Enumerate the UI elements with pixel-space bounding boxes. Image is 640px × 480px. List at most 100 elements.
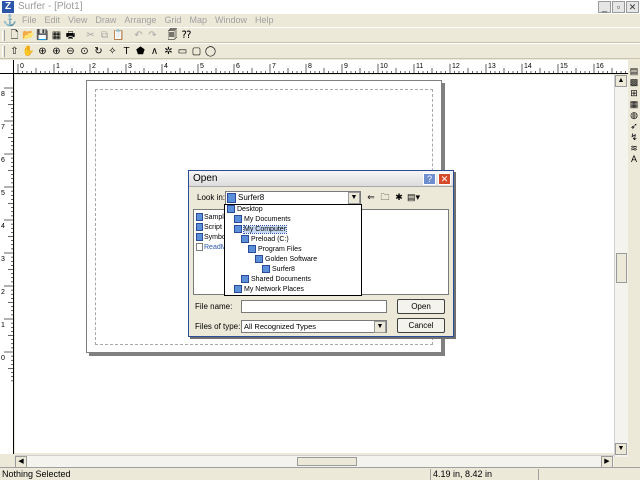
tree-item[interactable]: My Computer [225, 225, 361, 235]
menu-edit[interactable]: Edit [41, 14, 65, 27]
symbol-icon[interactable]: ✲ [162, 45, 175, 58]
ruler-label: 5 [1, 190, 5, 197]
select-arrow-icon[interactable]: ⇧ [8, 45, 21, 58]
scroll-up-button[interactable]: ▲ [615, 75, 627, 87]
zoom-fit-icon[interactable]: ⊙ [78, 45, 91, 58]
view-menu-icon[interactable]: ▤▾ [407, 191, 420, 203]
file-name: Script [204, 223, 222, 231]
look-in-dropdown-button[interactable]: ▼ [348, 192, 360, 204]
status-panel [538, 469, 638, 480]
ellipse-icon[interactable]: ◯ [204, 45, 217, 58]
polyline-icon[interactable]: ∧ [148, 45, 161, 58]
rounded-rect-icon[interactable]: ▢ [190, 45, 203, 58]
cut-icon[interactable]: ✂ [84, 29, 97, 42]
back-arrow-icon[interactable]: ⇐ [365, 191, 377, 203]
post-map-icon[interactable]: ⊞ [628, 88, 640, 99]
worksheet-icon[interactable]: ▦ [50, 29, 63, 42]
up-folder-icon[interactable]: 🗀 [379, 191, 391, 203]
file-name: Symbo [204, 233, 226, 241]
text-icon[interactable]: T [120, 45, 133, 58]
file-list-item[interactable]: Sampl [196, 213, 224, 221]
pan-hand-icon[interactable]: ✋ [22, 45, 35, 58]
horizontal-scrollbar[interactable]: ◀ ▶ [15, 455, 614, 468]
tree-item[interactable]: My Documents [225, 215, 361, 225]
contour-map-icon[interactable]: ▤ [628, 66, 640, 77]
redraw-icon[interactable]: ↻ [92, 45, 105, 58]
look-in-dropdown-list[interactable]: Desktop My Documents My Computer Preload (C… [224, 204, 362, 296]
reshape-icon[interactable]: ✧ [106, 45, 119, 58]
rectangle-icon[interactable]: ▭ [176, 45, 189, 58]
surface-icon[interactable]: ≋ [628, 143, 640, 154]
tree-item[interactable]: Shared Documents [225, 275, 361, 285]
new-folder-icon[interactable]: ✱ [393, 191, 405, 203]
toolbar-grip[interactable] [2, 46, 5, 57]
file-list-item[interactable]: Script [196, 223, 222, 231]
tree-item[interactable]: Golden Software [225, 255, 361, 265]
file-list-item[interactable]: Symbo [196, 233, 226, 241]
dialog-title-bar[interactable]: Open ? ✕ [189, 171, 453, 187]
menu-map[interactable]: Map [185, 14, 211, 27]
ruler-corner [0, 60, 14, 74]
save-icon[interactable]: 💾 [36, 29, 49, 42]
base-map-icon[interactable]: ▩ [628, 77, 640, 88]
polygon-icon[interactable]: ⬟ [134, 45, 147, 58]
minimize-button[interactable]: _ [598, 1, 611, 13]
print-icon[interactable]: 🖶 [64, 29, 77, 42]
ruler-label: 2 [1, 289, 5, 296]
ruler-label: 15 [560, 63, 568, 70]
copy-icon[interactable]: ⧉ [98, 29, 111, 42]
menu-draw[interactable]: Draw [91, 14, 120, 27]
new-file-icon[interactable]: 🗋 [8, 29, 21, 42]
tree-item-label: Golden Software [265, 256, 318, 263]
document-icon [196, 243, 203, 251]
files-of-type-select[interactable]: All Recognized Types ▼ [241, 320, 387, 333]
file-list-item[interactable]: ReadM [196, 243, 227, 251]
files-of-type-dropdown-button[interactable]: ▼ [374, 321, 386, 333]
paste-icon[interactable]: 📋 [112, 29, 125, 42]
look-in-select[interactable]: Surfer8 ▼ [225, 191, 361, 205]
object-manager-icon[interactable]: 🗐 [166, 29, 179, 42]
scroll-down-button[interactable]: ▼ [615, 443, 627, 455]
surfer-app-icon[interactable]: Z [2, 1, 14, 13]
tree-item[interactable]: Program Files [225, 245, 361, 255]
context-help-icon[interactable]: ⁇ [180, 29, 193, 42]
vertical-scroll-thumb[interactable] [616, 253, 627, 283]
image-map-icon[interactable]: ▦ [628, 99, 640, 110]
status-bar: Nothing Selected 4.19 in, 8.42 in [0, 467, 640, 480]
undo-icon[interactable]: ↶ [132, 29, 145, 42]
open-folder-icon[interactable]: 📂 [22, 29, 35, 42]
cancel-button[interactable]: Cancel [397, 318, 445, 333]
zoom-in-icon[interactable]: ⊕ [36, 45, 49, 58]
maximize-button[interactable]: ▫ [612, 1, 625, 13]
file-name-input[interactable] [241, 300, 387, 313]
dialog-help-button[interactable]: ? [423, 173, 436, 185]
ruler-label: 8 [308, 63, 312, 70]
toolbar-grip[interactable] [2, 30, 5, 41]
menu-file[interactable]: File [18, 14, 41, 27]
redo-icon[interactable]: ↷ [146, 29, 159, 42]
shaded-relief-icon[interactable]: ◍ [628, 110, 640, 121]
vertical-scrollbar[interactable]: ▲ ▼ [614, 75, 628, 457]
menu-help[interactable]: Help [251, 14, 278, 27]
menu-grid[interactable]: Grid [160, 14, 185, 27]
tree-item[interactable]: My Network Places [225, 285, 361, 295]
tree-item[interactable]: Preload (C:) [225, 235, 361, 245]
menu-view[interactable]: View [64, 14, 91, 27]
network-icon [234, 285, 242, 294]
dialog-close-button[interactable]: ✕ [438, 173, 451, 185]
zoom-rect-icon[interactable]: ⊕ [50, 45, 63, 58]
3d-axis-icon[interactable]: A [628, 154, 640, 165]
menu-window[interactable]: Window [211, 14, 251, 27]
wireframe-icon[interactable]: ↯ [628, 132, 640, 143]
menu-arrange[interactable]: Arrange [120, 14, 160, 27]
document-menu-icon[interactable]: ⚓ [3, 14, 17, 27]
status-coordinates: 4.19 in, 8.42 in [430, 469, 535, 480]
zoom-out-icon[interactable]: ⊖ [64, 45, 77, 58]
vector-map-icon[interactable]: ➶ [628, 121, 640, 132]
tree-item[interactable]: Surfer8 [225, 265, 361, 275]
tree-item[interactable]: Desktop [225, 205, 361, 215]
open-button[interactable]: Open [397, 299, 445, 314]
horizontal-scroll-thumb[interactable] [297, 457, 357, 466]
menu-items: File Edit View Draw Arrange Grid Map Window Help [18, 14, 278, 27]
close-button[interactable]: ✕ [626, 1, 639, 13]
